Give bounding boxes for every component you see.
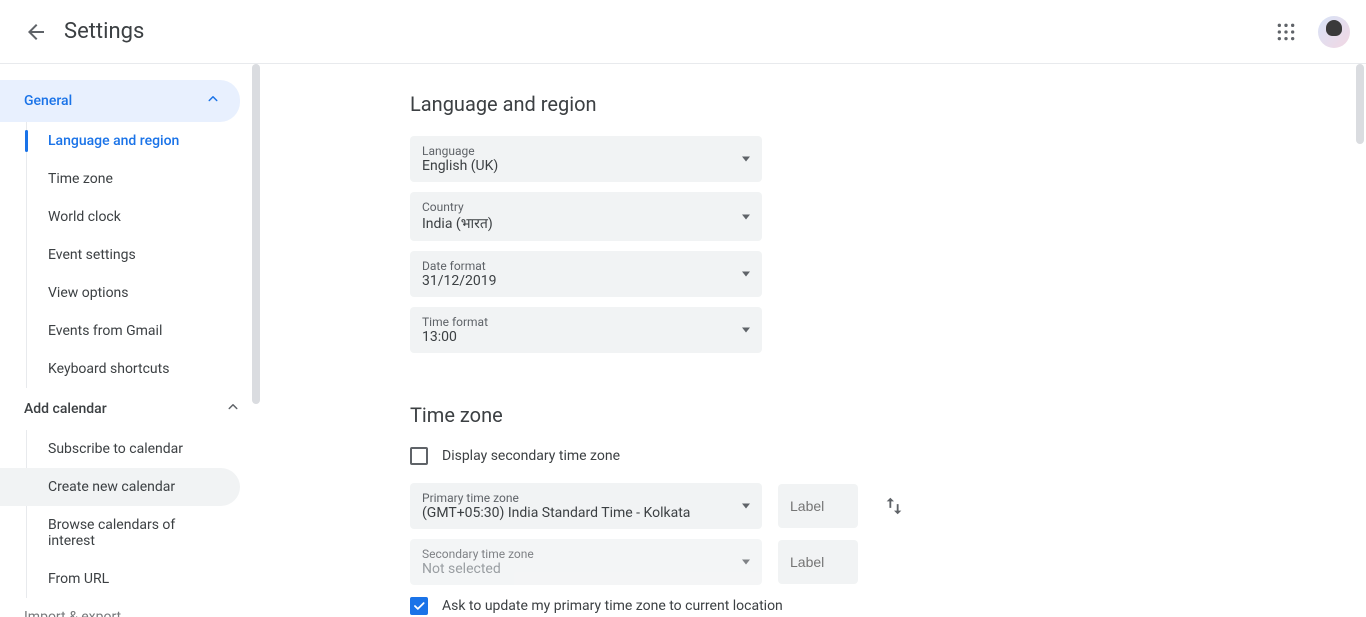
display-secondary-tz-checkbox-row[interactable]: Display secondary time zone xyxy=(410,447,1326,465)
add-calendar-subitems: Subscribe to calendar Create new calenda… xyxy=(0,430,260,598)
account-avatar[interactable] xyxy=(1318,16,1350,48)
sidebar-section-label: Add calendar xyxy=(24,401,107,417)
swap-timezones-button[interactable] xyxy=(874,486,914,526)
sidebar-item-events-from-gmail[interactable]: Events from Gmail xyxy=(0,312,240,350)
main-scrollbar[interactable] xyxy=(1356,64,1364,144)
header-actions xyxy=(1266,12,1350,52)
time-format-dropdown[interactable]: Time format 13:00 xyxy=(410,307,762,353)
chevron-up-icon xyxy=(224,398,242,420)
caret-down-icon xyxy=(742,504,750,509)
primary-timezone-dropdown[interactable]: Primary time zone (GMT+05:30) India Stan… xyxy=(410,483,762,529)
sidebar-item-subscribe-to-calendar[interactable]: Subscribe to calendar xyxy=(0,430,240,468)
sidebar: General Language and region Time zone Wo… xyxy=(0,64,260,617)
secondary-timezone-dropdown[interactable]: Secondary time zone Not selected xyxy=(410,539,762,585)
date-format-dropdown[interactable]: Date format 31/12/2019 xyxy=(410,251,762,297)
dropdown-value: 13:00 xyxy=(422,329,457,345)
dropdown-label: Time format xyxy=(422,315,750,329)
secondary-tz-label-input[interactable] xyxy=(778,540,858,584)
section-title-time-zone: Time zone xyxy=(410,403,1326,427)
apps-grid-icon xyxy=(1276,22,1296,42)
sidebar-item-create-new-calendar[interactable]: Create new calendar xyxy=(0,468,240,506)
dropdown-label: Secondary time zone xyxy=(422,547,750,561)
checkbox-label: Display secondary time zone xyxy=(442,448,620,464)
chevron-up-icon xyxy=(204,90,222,112)
caret-down-icon xyxy=(742,272,750,277)
arrow-back-icon xyxy=(24,20,48,44)
country-dropdown[interactable]: Country India (भारत) xyxy=(410,192,762,241)
dropdown-value: 31/12/2019 xyxy=(422,273,497,289)
sidebar-item-language-and-region[interactable]: Language and region xyxy=(0,122,240,160)
dropdown-value: English (UK) xyxy=(422,158,498,174)
checkbox-checked[interactable] xyxy=(410,597,428,615)
sidebar-item-world-clock[interactable]: World clock xyxy=(0,198,240,236)
dropdown-label: Date format xyxy=(422,259,750,273)
main-content: Language and region Language English (UK… xyxy=(260,64,1366,617)
checkbox-label: Ask to update my primary time zone to cu… xyxy=(442,598,783,614)
sidebar-item-time-zone[interactable]: Time zone xyxy=(0,160,240,198)
sidebar-item-import-export[interactable]: Import & export xyxy=(0,598,260,617)
section-title-language-region: Language and region xyxy=(410,92,1326,116)
dropdown-value: India (भारत) xyxy=(422,216,493,232)
sidebar-item-keyboard-shortcuts[interactable]: Keyboard shortcuts xyxy=(0,350,240,388)
sidebar-section-general[interactable]: General xyxy=(0,80,240,122)
general-subitems: Language and region Time zone World cloc… xyxy=(0,122,260,388)
sidebar-item-browse-calendars-of-interest[interactable]: Browse calendars of interest xyxy=(0,506,240,560)
caret-down-icon xyxy=(742,214,750,219)
caret-down-icon xyxy=(742,560,750,565)
ask-update-tz-checkbox-row[interactable]: Ask to update my primary time zone to cu… xyxy=(410,597,1326,615)
page-title: Settings xyxy=(64,19,144,44)
back-button[interactable] xyxy=(16,12,56,52)
sidebar-item-view-options[interactable]: View options xyxy=(0,274,240,312)
dropdown-value: (GMT+05:30) India Standard Time - Kolkat… xyxy=(422,505,690,521)
header: Settings xyxy=(0,0,1366,64)
sidebar-section-label: General xyxy=(24,93,72,109)
dropdown-label: Language xyxy=(422,144,750,158)
google-apps-button[interactable] xyxy=(1266,12,1306,52)
caret-down-icon xyxy=(742,157,750,162)
swap-vert-icon xyxy=(883,495,905,517)
primary-tz-label-input[interactable] xyxy=(778,484,858,528)
dropdown-label: Country xyxy=(422,200,750,214)
sidebar-section-add-calendar[interactable]: Add calendar xyxy=(0,388,260,430)
caret-down-icon xyxy=(742,328,750,333)
dropdown-label: Primary time zone xyxy=(422,491,750,505)
sidebar-item-event-settings[interactable]: Event settings xyxy=(0,236,240,274)
dropdown-value: Not selected xyxy=(422,561,501,577)
checkbox-unchecked[interactable] xyxy=(410,447,428,465)
sidebar-scrollbar[interactable] xyxy=(252,64,260,404)
sidebar-item-from-url[interactable]: From URL xyxy=(0,560,240,598)
language-dropdown[interactable]: Language English (UK) xyxy=(410,136,762,182)
